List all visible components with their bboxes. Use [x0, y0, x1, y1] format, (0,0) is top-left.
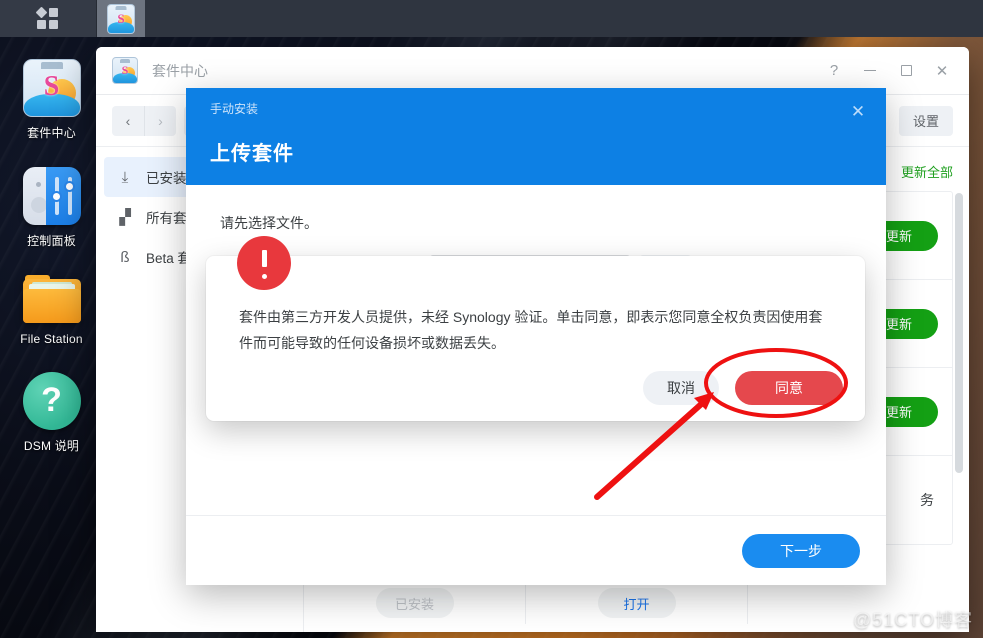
maximize-button[interactable] [889, 54, 923, 88]
taskbar-empty-area [145, 0, 983, 37]
grid-icon: ▞ [119, 209, 131, 226]
close-icon: ✕ [935, 62, 949, 80]
chevron-right-icon: › [158, 112, 163, 129]
desktop-icon-list: S 套件中心 控制面板 File Station ? DSM 说明 [0, 37, 103, 454]
maximize-icon [900, 65, 912, 76]
minimize-button[interactable] [853, 54, 887, 88]
manual-install-footer: 下一步 [186, 515, 886, 585]
update-all-link[interactable]: 更新全部 [901, 162, 953, 181]
forward-button[interactable]: › [144, 105, 176, 136]
desktop-icon-dsm-help[interactable]: ? DSM 说明 [0, 372, 103, 454]
taskbar-item-package-center[interactable]: S [97, 0, 145, 37]
settings-button[interactable]: 设置 [898, 105, 953, 136]
cancel-button[interactable]: 取消 [643, 371, 719, 405]
select-file-hint: 请先选择文件。 [220, 215, 318, 231]
desktop-icon-label: DSM 说明 [23, 439, 80, 453]
back-button[interactable]: ‹ [112, 105, 144, 136]
row-text: 务 [920, 492, 934, 508]
package-center-icon: S [22, 59, 81, 117]
scrollbar-thumb[interactable] [955, 193, 963, 473]
desktop-icon-label: 控制面板 [27, 234, 76, 248]
control-panel-icon [22, 167, 81, 225]
taskbar: S [0, 0, 983, 37]
close-icon: ✕ [850, 102, 866, 121]
chevron-left-icon: ‹ [125, 112, 131, 129]
desktop-icon-label: File Station [20, 332, 83, 346]
beta-icon: ß [120, 248, 130, 266]
window-controls: ? ✕ [817, 54, 959, 88]
apps-grid-icon [35, 6, 59, 30]
help-icon: ? [22, 372, 81, 430]
close-button[interactable]: ✕ [925, 54, 959, 88]
third-party-warning-dialog: 套件由第三方开发人员提供，未经 Synology 验证。单击同意，即表示您同意全… [206, 236, 865, 421]
warning-message: 套件由第三方开发人员提供，未经 Synology 验证。单击同意，即表示您同意全… [239, 309, 823, 351]
download-icon: ⤓ [121, 168, 129, 186]
desktop-icon-package-center[interactable]: S 套件中心 [0, 59, 103, 141]
manual-install-header: 手动安装 上传套件 ✕ [186, 88, 886, 185]
file-station-icon [22, 275, 81, 325]
package-center-icon: S [112, 57, 138, 84]
desktop-icon-file-station[interactable]: File Station [0, 275, 103, 346]
installed-button: 已安装 [375, 588, 454, 618]
desktop-icon-label: 套件中心 [27, 126, 76, 140]
dialog-subtitle: 手动安装 [210, 102, 259, 116]
scrollbar[interactable] [955, 193, 963, 553]
dialog-buttons: 取消 同意 [643, 371, 843, 405]
close-button[interactable]: ✕ [846, 100, 870, 124]
warning-exclamation-icon [237, 236, 291, 290]
window-title: 套件中心 [152, 62, 208, 79]
help-button[interactable]: ? [817, 54, 851, 88]
apps-grid-button[interactable] [0, 0, 97, 37]
minimize-icon [864, 69, 876, 72]
divider [747, 582, 748, 624]
navigation-buttons: ‹ › [112, 105, 176, 136]
next-button[interactable]: 下一步 [742, 533, 860, 568]
watermark: @51CTO博客 [853, 610, 973, 630]
open-button[interactable]: 打开 [597, 588, 676, 618]
package-center-icon: S [107, 3, 135, 34]
agree-button[interactable]: 同意 [735, 371, 843, 405]
sidebar-item-label: 已安装 [146, 171, 187, 186]
desktop: S S 套件中心 控制面板 File Station ? DSM 说明 S 套件… [0, 0, 983, 638]
dialog-title: 上传套件 [210, 143, 294, 165]
desktop-icon-control-panel[interactable]: 控制面板 [0, 167, 103, 249]
